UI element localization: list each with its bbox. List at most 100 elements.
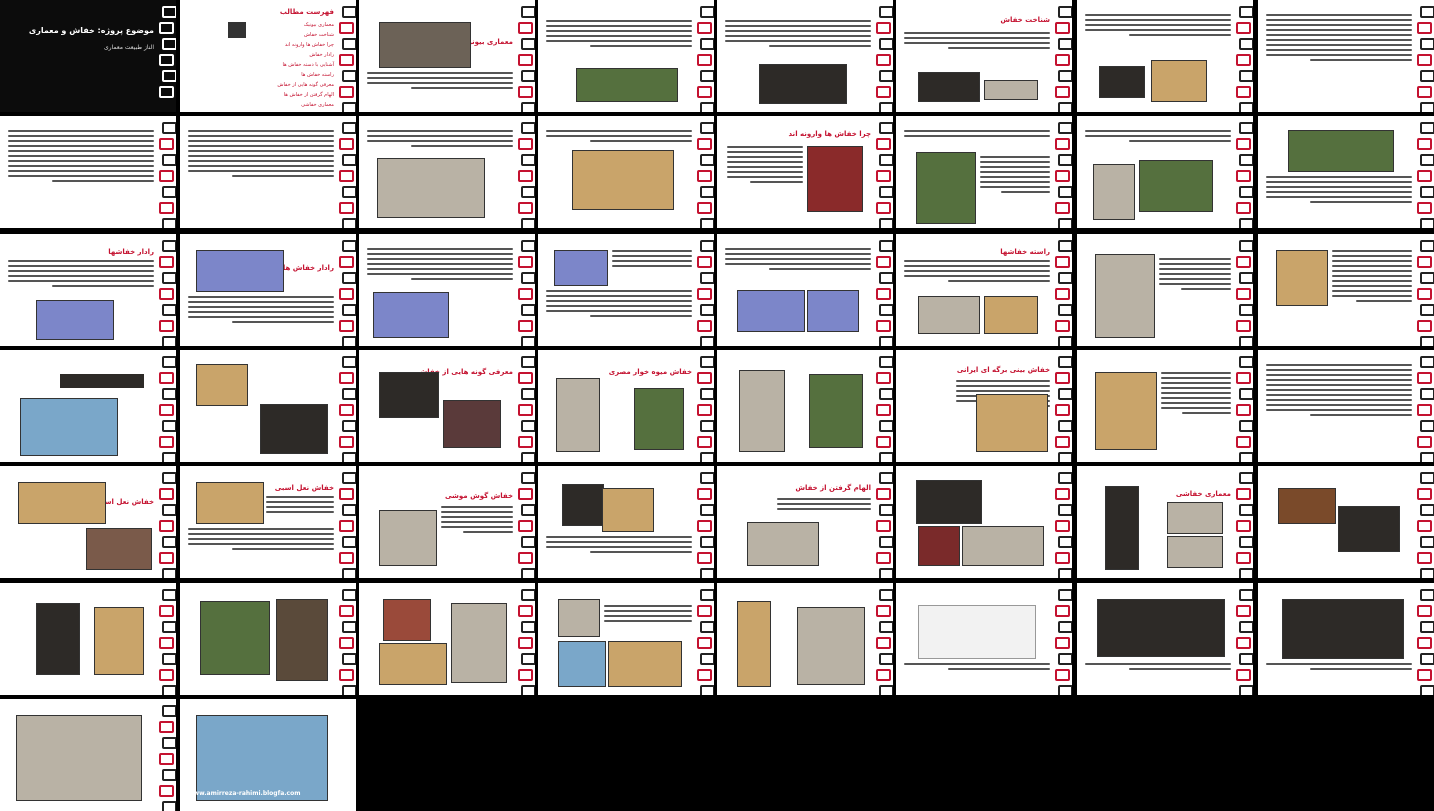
slide-decoration [339,472,356,578]
slide-45[interactable] [717,583,893,695]
slide-decoration [159,6,176,108]
slide-image [1139,160,1213,212]
slide-44[interactable] [538,583,714,695]
slide-image [1338,506,1400,552]
slide-4[interactable] [538,0,714,112]
slide-title: خفاش گوش موشی [444,492,513,500]
slide-21[interactable] [717,234,893,346]
slide-38[interactable] [896,466,1072,578]
slide-28[interactable]: خفاش میوه خوار مصری [538,350,714,462]
slide-image [807,290,859,332]
slide-10[interactable] [180,116,356,228]
slide-34[interactable]: خفاش نعل اسبی [180,466,356,578]
slide-48[interactable] [1258,583,1434,695]
slide-image [737,290,805,332]
slide-14[interactable] [896,116,1072,228]
slide-image [196,250,284,292]
slide-37[interactable]: الهام گرفتن از خفاش [717,466,893,578]
toc-item: معماری بیونیک [303,22,334,28]
slide-decoration [1417,122,1434,228]
slide-decoration [339,240,356,346]
slide-17[interactable]: رادار خفاشها [0,234,176,346]
slide-image [807,146,863,212]
footer-url: www.amirreza-rahimi.blogfa.com [188,790,301,797]
deck-title: موضوع پروژه: خفاش و معماری [28,26,154,35]
slide-46[interactable] [896,583,1072,695]
slide-decoration [1417,589,1434,695]
slide-39[interactable]: معماری خفاشی [1077,466,1253,578]
slide-image [379,510,437,566]
toc-item: رادار خفاش [309,52,334,58]
slide-49[interactable] [0,699,176,811]
slide-33[interactable]: خفاش نعل اسبی [0,466,176,578]
slide-7[interactable] [1077,0,1253,112]
slide-41[interactable] [0,583,176,695]
slide-image [554,250,608,286]
slide-18[interactable]: رادار خفاش ها [180,234,356,346]
slide-image [572,150,674,210]
slide-image [379,372,439,418]
slide-40[interactable] [1258,466,1434,578]
slide-decoration [697,6,714,112]
slide-image [1167,536,1223,568]
slide-9[interactable] [0,116,176,228]
toc-item: شناخت خفاش [303,32,334,38]
slide-50[interactable]: www.amirreza-rahimi.blogfa.com [180,699,356,811]
slide-image [1093,164,1135,220]
slide-20[interactable] [538,234,714,346]
slide-decoration [1055,240,1072,346]
slide-decoration [876,472,893,578]
slide-47[interactable] [1077,583,1253,695]
slide-3[interactable]: معماری بیونیک [359,0,535,112]
slide-29[interactable] [717,350,893,462]
slide-image [86,528,152,570]
slide-title: الهام گرفتن از خفاش [795,484,871,492]
slide-6[interactable]: شناخت خفاش [896,0,1072,112]
slide-42[interactable] [180,583,356,695]
slide-image [373,292,449,338]
slide-11[interactable] [359,116,535,228]
slide-image [608,641,682,687]
slide-36[interactable] [538,466,714,578]
slide-image [1278,488,1336,524]
slide-5[interactable] [717,0,893,112]
slide-35[interactable]: خفاش گوش موشی [359,466,535,578]
toc-item: آشنایی با دسته خفاش ها [282,62,334,68]
slide-22[interactable]: راسته خفاشها [896,234,1072,346]
slide-image [1105,486,1139,570]
slide-image [1095,372,1157,450]
slide-19[interactable] [359,234,535,346]
slide-25[interactable] [0,350,176,462]
slide-2-toc[interactable]: فهرست مطالب معماری بیونیک شناخت خفاش چرا… [180,0,356,112]
slide-image [984,80,1038,100]
slide-27[interactable]: معرفی گونه هایی از خفاش [359,350,535,462]
slide-15[interactable] [1077,116,1253,228]
slide-decoration [159,589,176,695]
slide-decoration [876,356,893,462]
slide-13[interactable]: چرا خفاش ها وارونه اند [717,116,893,228]
slide-image [918,72,980,102]
slide-image [739,370,785,452]
slide-1-title[interactable]: موضوع پروژه: خفاش و معماری الناز طبیعت م… [0,0,176,112]
slide-decoration [339,6,356,112]
slide-30[interactable]: خفاش بینی برگه ای ایرانی [896,350,1072,462]
slide-title: شناخت خفاش [1000,16,1050,24]
slide-16[interactable] [1258,116,1434,228]
slide-24[interactable] [1258,234,1434,346]
slide-decoration [1417,356,1434,462]
slide-decoration [1055,122,1072,228]
slide-23[interactable] [1077,234,1253,346]
slide-image [562,484,604,526]
slide-title: رادار خفاشها [108,248,154,256]
slide-image [20,398,118,456]
slide-8[interactable] [1258,0,1434,112]
slide-decoration [1055,472,1072,578]
slide-32[interactable] [1258,350,1434,462]
slide-decoration [697,472,714,578]
slide-decoration [159,472,176,578]
slide-decoration [518,240,535,346]
slide-12[interactable] [538,116,714,228]
slide-26[interactable] [180,350,356,462]
slide-43[interactable] [359,583,535,695]
slide-31[interactable] [1077,350,1253,462]
